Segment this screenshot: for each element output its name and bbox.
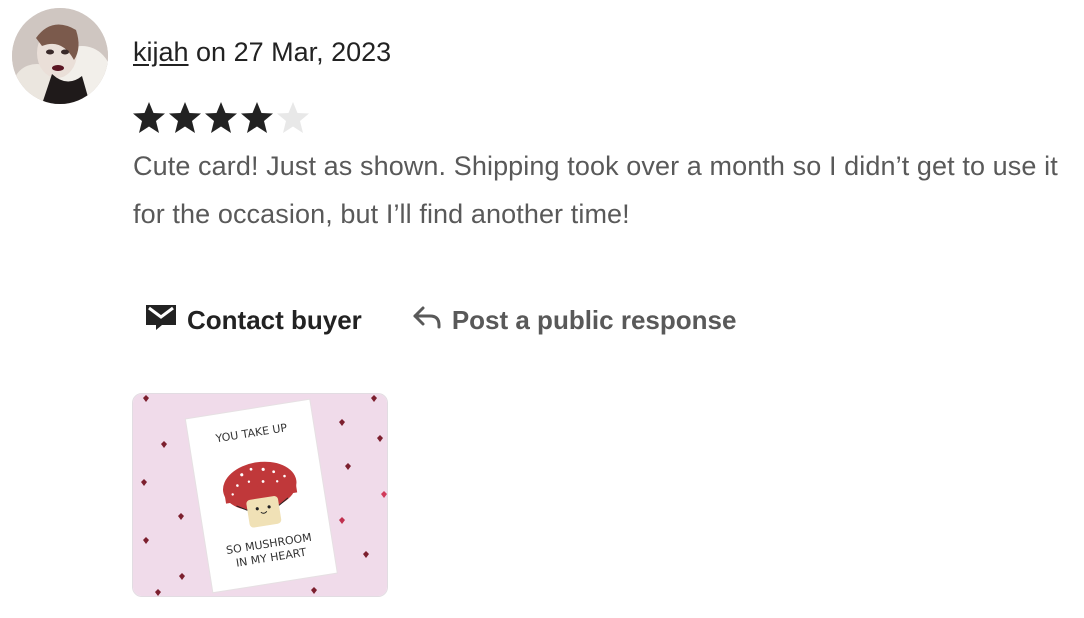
review-photo-thumbnail[interactable]: YOU TAKE UP SO MUSHROOM IN MY HEART: [132, 393, 388, 597]
review-byline: kijah on 27 Mar, 2023: [133, 34, 391, 70]
contact-buyer-button[interactable]: Contact buyer: [145, 303, 362, 338]
avatar[interactable]: [12, 8, 108, 104]
review-photo: YOU TAKE UP SO MUSHROOM IN MY HEART: [133, 394, 387, 596]
review-item: kijah on 27 Mar, 2023 Cute card! Just as…: [0, 0, 1084, 618]
star-filled-icon: [133, 102, 165, 133]
reviewer-name-link[interactable]: kijah: [133, 37, 189, 67]
star-empty-icon: [277, 102, 309, 133]
star-filled-icon: [241, 102, 273, 133]
star-filled-icon: [169, 102, 201, 133]
star-filled-icon: [205, 102, 237, 133]
review-text: Cute card! Just as shown. Shipping took …: [133, 151, 1058, 229]
star-rating: [131, 100, 311, 136]
contact-buyer-label: Contact buyer: [187, 304, 362, 335]
review-actions: Contact buyer Post a public response: [145, 300, 736, 340]
avatar-image: [12, 8, 108, 104]
post-public-response-button[interactable]: Post a public response: [412, 304, 737, 336]
reply-arrow-icon: [412, 305, 442, 336]
review-date: on 27 Mar, 2023: [188, 37, 392, 67]
post-public-response-label: Post a public response: [451, 304, 737, 335]
envelope-icon: [145, 303, 177, 338]
